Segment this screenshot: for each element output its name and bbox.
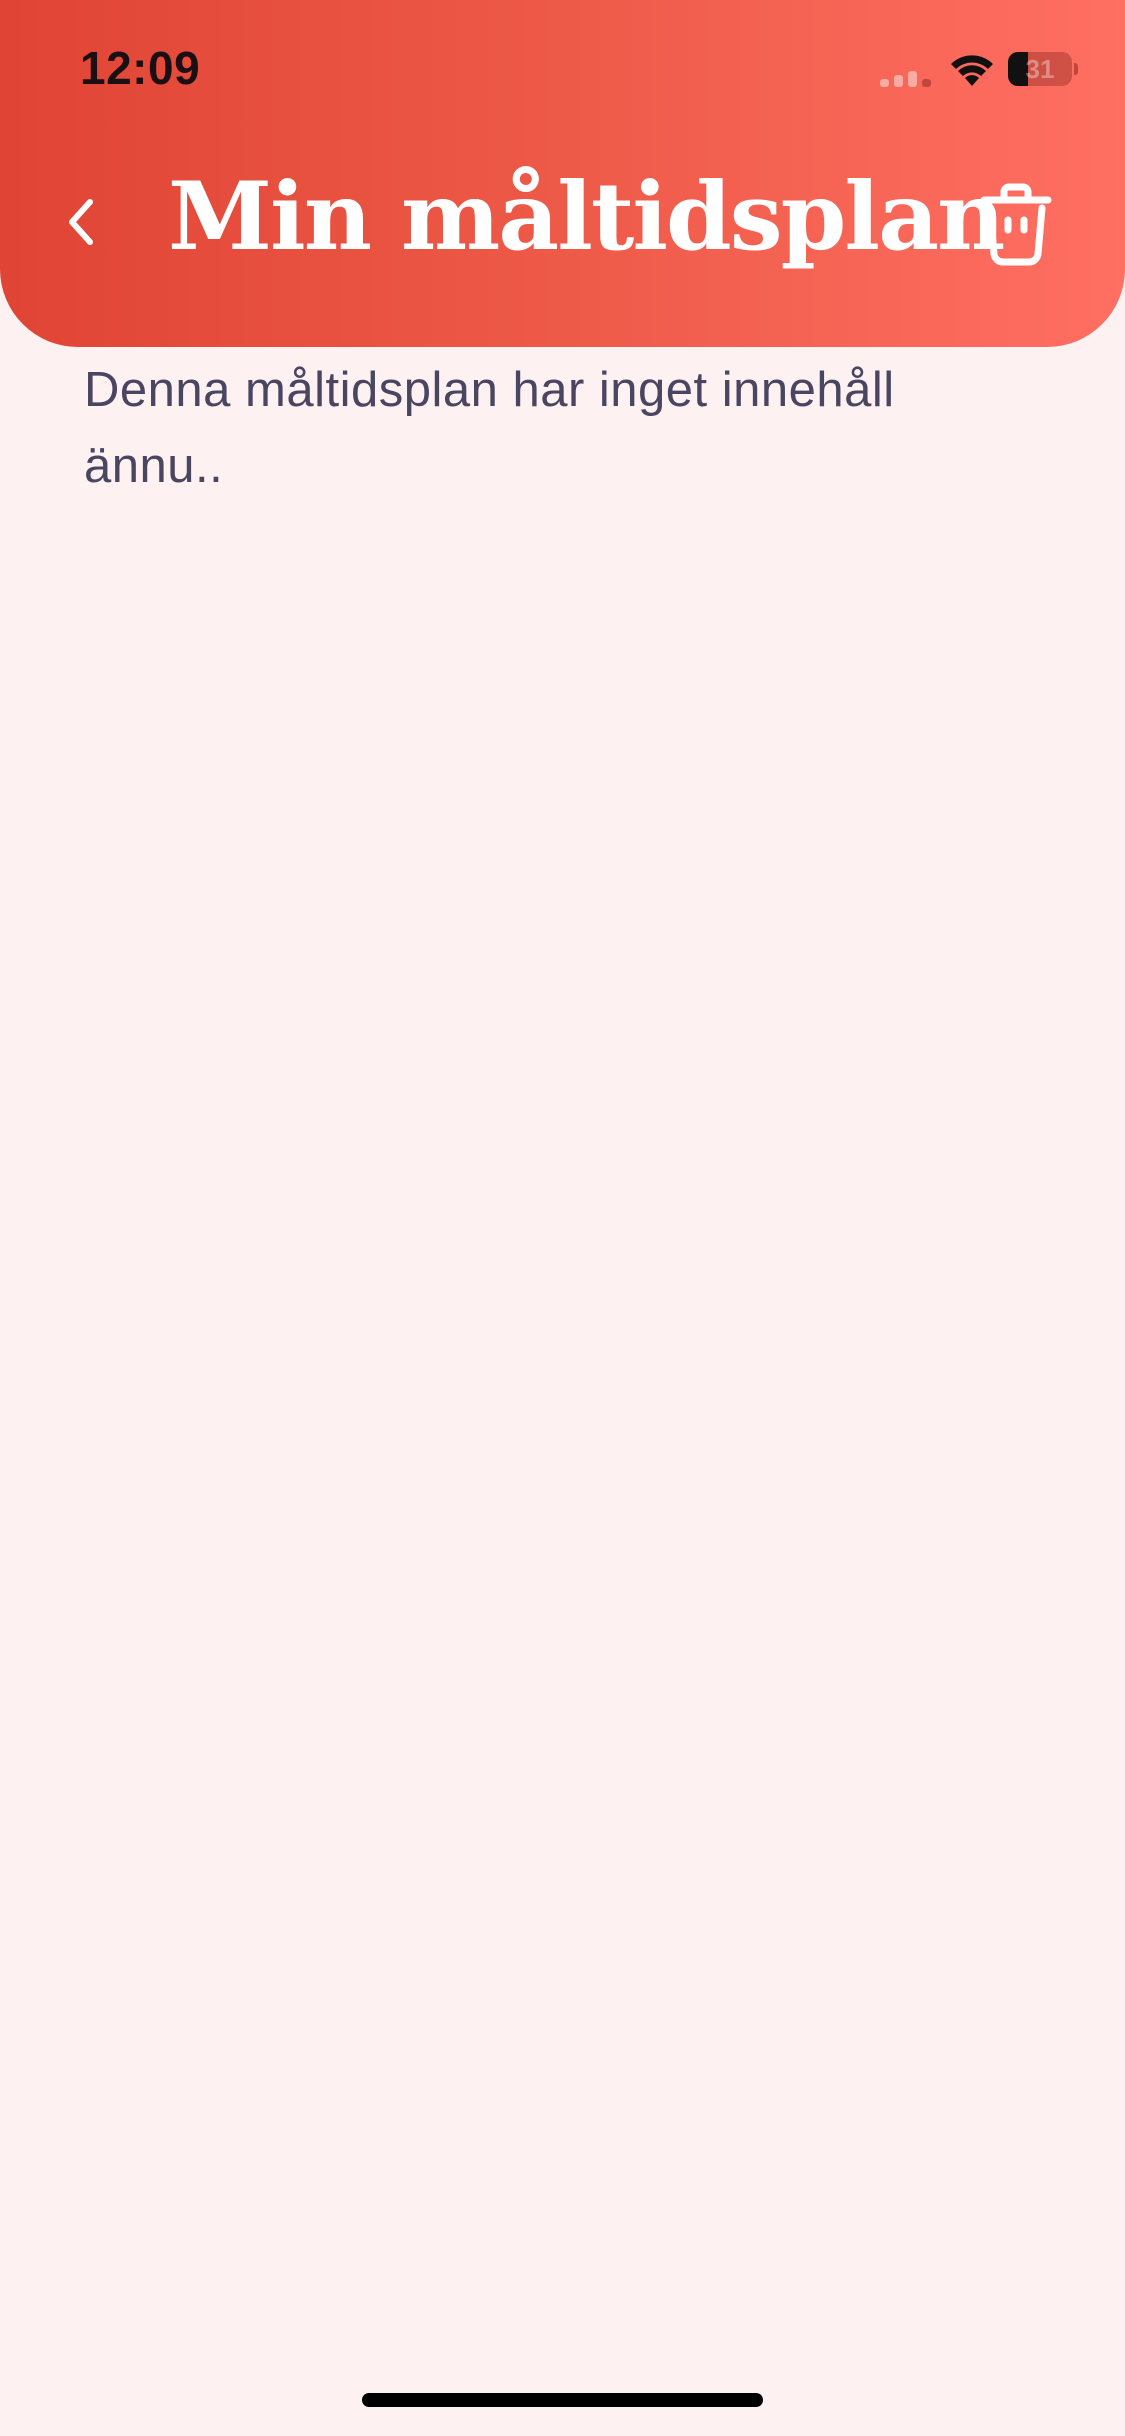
trash-icon	[980, 183, 1052, 266]
cellular-signal-icon	[880, 67, 934, 87]
delete-plan-button[interactable]	[976, 180, 1056, 270]
back-button[interactable]	[52, 186, 112, 258]
meal-plan-screen: 12:09 31 Min måltidsplan Denna måltidspl…	[0, 0, 1125, 2436]
header-bar: 12:09 31 Min måltidsplan	[0, 0, 1125, 347]
empty-state-message: Denna måltidsplan har inget innehåll änn…	[84, 363, 895, 493]
home-indicator[interactable]	[362, 2393, 763, 2407]
battery-percent: 31	[1025, 54, 1055, 84]
wifi-icon	[950, 52, 994, 88]
chevron-left-icon	[69, 199, 93, 245]
battery-icon: 31	[1008, 52, 1078, 88]
status-time: 12:09	[80, 42, 201, 94]
page-title: Min måltidsplan	[168, 162, 1005, 272]
